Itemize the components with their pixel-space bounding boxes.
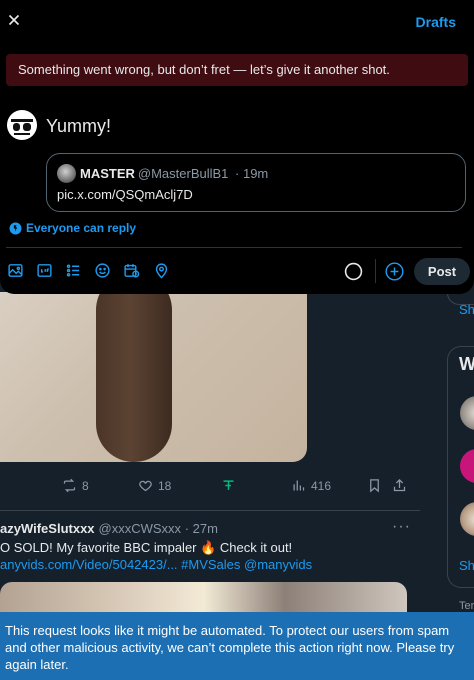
share-icon xyxy=(393,478,406,492)
retweet-icon xyxy=(63,478,76,493)
schedule-button[interactable] xyxy=(123,262,140,279)
avatar xyxy=(57,164,76,183)
poll-icon xyxy=(66,264,80,277)
quoted-tweet-text: pic.x.com/QSQmAclj7D xyxy=(57,187,193,202)
avatar[interactable] xyxy=(7,110,37,140)
tweet-author-name[interactable]: azyWifeSlutxxx xyxy=(0,521,95,536)
bookmark-icon xyxy=(370,479,379,493)
poll-button[interactable] xyxy=(65,262,82,279)
emoji-icon xyxy=(95,263,110,278)
heart-icon xyxy=(139,480,152,492)
tweet-action-bar: 8 18 416 xyxy=(0,478,420,496)
sidebar-show-more-link[interactable]: Sh xyxy=(459,302,474,317)
media-subject xyxy=(96,292,172,462)
error-banner: Something went wrong, but don’t fret — l… xyxy=(6,54,468,86)
retweet-count: 8 xyxy=(82,478,89,493)
media-button[interactable] xyxy=(7,262,24,279)
tweet-handle-text: @xxxCWSxxx xyxy=(98,521,182,536)
who-to-follow-title: W xyxy=(459,354,474,374)
like-count: 18 xyxy=(158,478,172,493)
tweet-time: · 27m xyxy=(184,521,218,536)
tweet-header: azyWifeSlutxxx @xxxCWSxxx · 27m xyxy=(0,521,218,536)
quoted-tweet-header: MASTER @MasterBullB1 · 19m xyxy=(80,166,268,181)
more-options-icon[interactable]: ··· xyxy=(392,518,411,536)
views-count: 416 xyxy=(311,478,332,493)
tweet-author-handle[interactable]: @xxxCWSxxx · 27m xyxy=(99,521,218,536)
drafts-button[interactable]: Drafts xyxy=(416,14,456,30)
globe-icon xyxy=(9,222,22,234)
quoted-author-name: MASTER xyxy=(80,166,135,181)
emoji-button[interactable] xyxy=(94,262,111,279)
compose-text-input[interactable]: Yummy! xyxy=(46,116,111,137)
toolbar-divider xyxy=(375,259,376,283)
quoted-author-handle: @MasterBullB1 xyxy=(137,166,229,181)
location-icon xyxy=(155,263,168,279)
footer-terms-link[interactable]: Ter xyxy=(459,600,474,612)
error-toast: This request looks like it might be auto… xyxy=(0,612,474,680)
media-icon xyxy=(8,264,23,277)
share-button[interactable] xyxy=(392,478,407,493)
quoted-tweet[interactable]: MASTER @MasterBullB1 · 19m pic.x.com/QSQm… xyxy=(46,153,466,212)
quoted-tweet-time: · 19m xyxy=(235,166,269,181)
location-button[interactable] xyxy=(153,262,170,279)
retweet-button[interactable]: 8 xyxy=(62,478,89,493)
grok-icon xyxy=(223,480,234,490)
divider xyxy=(6,247,462,248)
tweet-divider xyxy=(0,510,420,511)
close-icon[interactable] xyxy=(5,11,23,29)
gif-button[interactable] xyxy=(36,262,53,279)
character-count-icon xyxy=(344,262,363,281)
tweet-media-image[interactable] xyxy=(0,292,307,462)
like-button[interactable]: 18 xyxy=(138,478,171,493)
gif-icon xyxy=(37,264,52,277)
sidebar-show-more-link[interactable]: Sh xyxy=(459,558,474,573)
grok-button[interactable] xyxy=(221,478,236,493)
reply-setting-button[interactable]: Everyone can reply xyxy=(9,221,136,235)
schedule-icon xyxy=(124,264,140,278)
views-icon xyxy=(293,480,305,491)
tweet-text: O SOLD! My favorite BBC impaler 🔥 Check … xyxy=(0,540,293,555)
compose-modal: Drafts Something went wrong, but don’t f… xyxy=(0,0,474,294)
views-button[interactable]: 416 xyxy=(291,478,331,493)
tweet-link[interactable]: anyvids.com/Video/5042423/... #MVSales @… xyxy=(0,557,312,572)
post-button[interactable]: Post xyxy=(414,258,470,285)
reply-setting-label: Everyone can reply xyxy=(26,221,137,235)
bookmark-button[interactable] xyxy=(367,478,382,493)
add-post-icon[interactable] xyxy=(385,262,404,281)
